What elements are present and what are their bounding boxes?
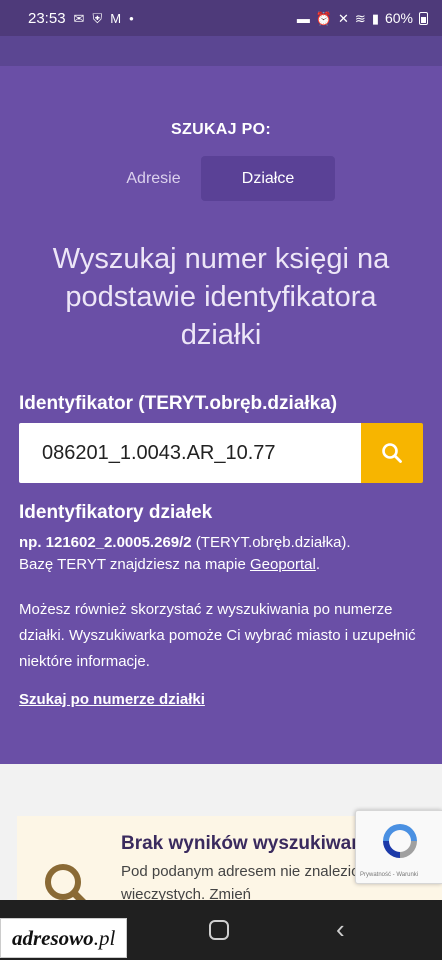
identifier-search-form: 086201_1.0043.AR_10.77 [19,423,423,483]
teryt-prefix: Bazę TERYT znajdziesz na mapie [19,556,250,573]
magnifier-icon [45,864,92,906]
identifier-input[interactable]: 086201_1.0043.AR_10.77 [19,423,361,483]
geoportal-link[interactable]: Geoportal [250,556,316,573]
search-button[interactable] [361,423,423,483]
search-icon [382,443,402,463]
search-by-plot-number-link[interactable]: Szukaj po numerze działki [19,691,205,708]
signal-icon: ▮ [371,10,379,26]
mail-icon: ✉ [73,10,85,26]
search-by-label: SZUKAJ PO: [171,121,271,138]
status-time: 23:53 [28,9,66,27]
gmail-icon: M [110,10,122,26]
back-nav-icon[interactable]: ‹ [336,914,345,945]
example-identifier: np. 121602_2.0005.269/2 [19,534,192,551]
mute-icon: ✕ [338,10,349,26]
teryt-suffix: . [315,556,321,573]
brand-watermark: adresowo .pl [0,918,127,958]
dot-icon: • [129,10,134,26]
bed-icon: ▬ [296,10,310,26]
battery-level: 60% [384,10,413,26]
identifiers-example: np. 121602_2.0005.269/2 (TERYT.obręb.dzi… [19,532,423,576]
brand-tld: .pl [93,925,116,950]
brand-name: adresowo [12,925,94,950]
recaptcha-icon [383,824,417,858]
alarm-icon: ⏰ [315,10,332,26]
search-section: SZUKAJ PO: Adresie Działce Wyszukaj nume… [0,66,442,764]
identifiers-title: Identyfikatory działek [19,502,213,523]
battery-icon [419,11,428,25]
search-mode-tabs: Adresie Działce [106,156,335,201]
recaptcha-links[interactable]: Prywatność - Warunki [360,872,418,878]
system-nav-bar: adresowo .pl ‹ [0,900,442,960]
alternative-search-info: Możesz również skorzystać z wyszukiwania… [19,601,416,670]
recaptcha-badge[interactable]: Prywatność - Warunki [355,810,442,884]
no-results-title: Brak wyników wyszukiwania [121,833,379,854]
header-strip [0,36,442,66]
identifier-field-label: Identyfikator (TERYT.obręb.działka) [19,393,338,414]
page-headline: Wyszukaj numer księgi na podstawie ident… [52,243,390,351]
tab-plot[interactable]: Działce [201,156,335,201]
status-bar: 23:53 ✉ ⛨ M • ▬ ⏰ ✕ ≋ ▮ 60% [0,0,442,36]
home-nav-icon[interactable] [209,920,229,940]
tab-address[interactable]: Adresie [106,156,201,201]
shield-icon: ⛨ [92,10,103,26]
wifi-icon: ≋ [354,10,366,26]
example-suffix: (TERYT.obręb.działka). [191,534,351,551]
